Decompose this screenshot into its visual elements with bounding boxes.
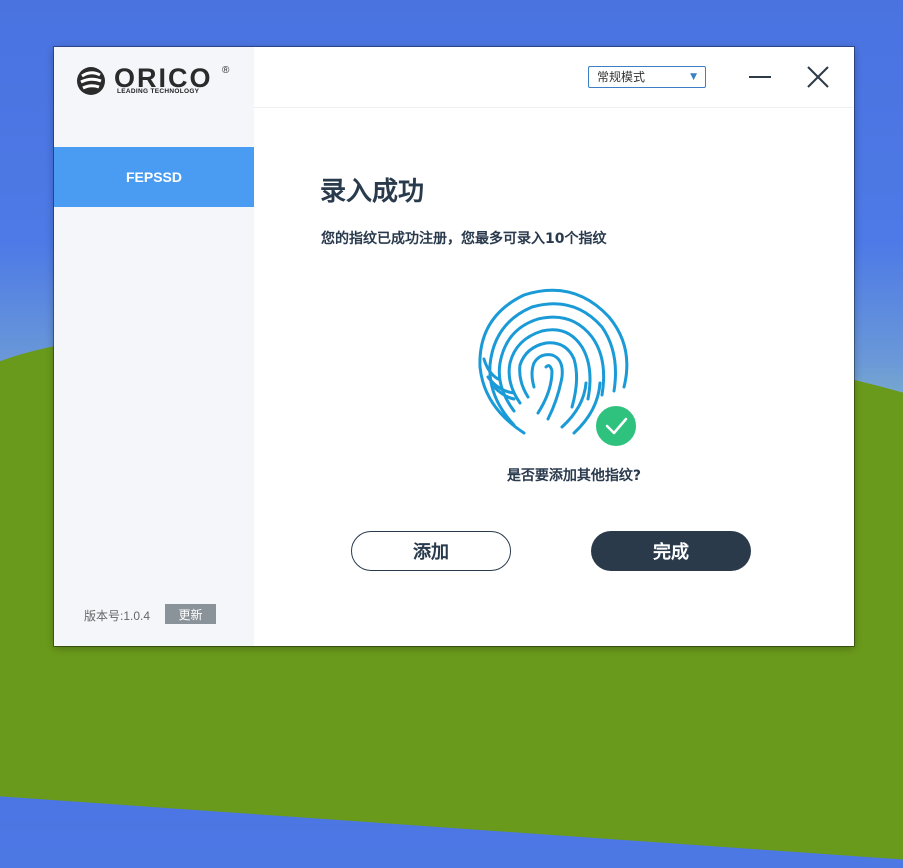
registered-mark: ® <box>222 65 230 76</box>
page-title: 录入成功 <box>320 177 425 207</box>
title-bar: 常规模式 ▼ <box>254 47 854 108</box>
add-fingerprint-button[interactable]: 添加 <box>351 531 511 571</box>
brand-tagline: LEADING TECHNOLOGY <box>117 88 200 95</box>
minimize-button[interactable] <box>748 65 774 91</box>
orico-logo: ORICO ® <box>74 63 234 101</box>
done-button[interactable]: 完成 <box>591 531 751 571</box>
app-window: ORICO ® LEADING TECHNOLOGY FEPSSD 版本号:1.… <box>54 47 854 646</box>
add-more-question: 是否要添加其他指纹? <box>506 468 642 484</box>
mode-select-value: 常规模式 <box>597 70 646 84</box>
version-label: 版本号:1.0.4 <box>84 609 151 623</box>
close-button[interactable] <box>805 64 831 90</box>
minimize-icon <box>749 76 771 78</box>
sidebar-item-label: FEPSSD <box>125 169 182 185</box>
close-icon <box>807 66 829 88</box>
check-icon <box>594 404 638 448</box>
chevron-down-icon: ▼ <box>690 72 697 82</box>
success-message: 您的指纹已成功注册，您最多可录入10个指纹 <box>321 231 607 247</box>
sidebar: ORICO ® LEADING TECHNOLOGY FEPSSD 版本号:1.… <box>54 47 254 646</box>
mode-select[interactable]: 常规模式 ▼ <box>588 66 706 88</box>
update-button[interactable]: 更新 <box>165 604 216 624</box>
sidebar-item-fepssd[interactable]: FEPSSD <box>54 147 254 207</box>
